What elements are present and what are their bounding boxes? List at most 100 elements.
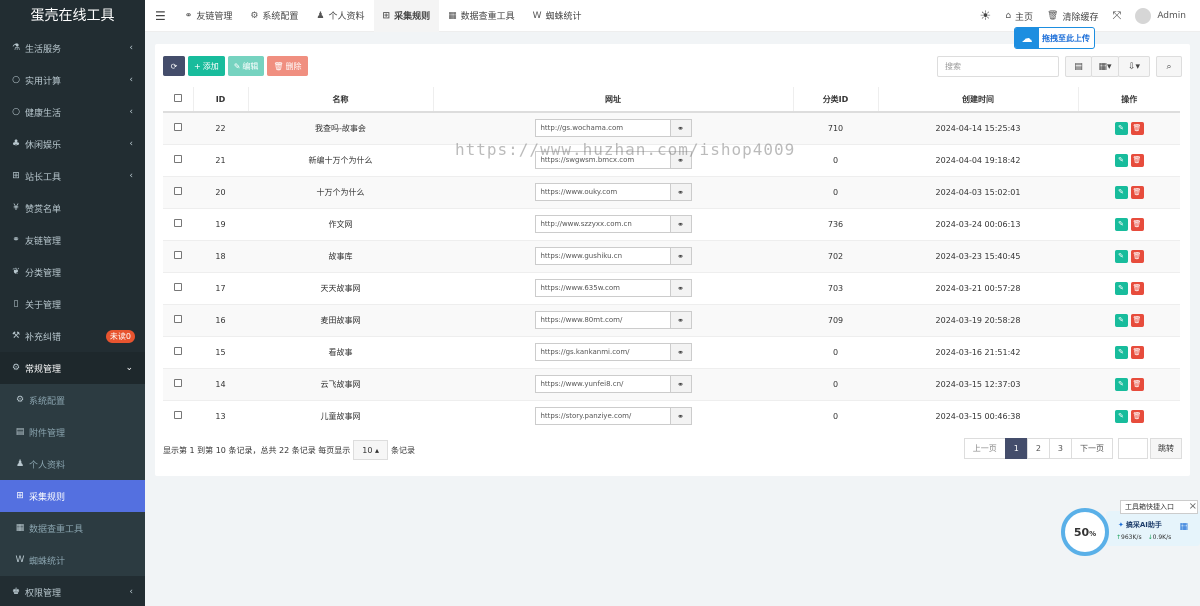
link-icon[interactable]: ⚭ <box>670 343 692 361</box>
table-row[interactable]: 18 故事库 https://www.gushiku.cn ⚭ 702 2024-03-2… <box>163 239 1180 272</box>
close-icon[interactable]: × <box>1189 501 1197 512</box>
row-checkbox[interactable] <box>174 251 182 259</box>
delete-row-icon[interactable]: 🗑 <box>1130 185 1144 199</box>
link-icon[interactable]: ⚭ <box>670 183 692 201</box>
user-menu[interactable]: Admin <box>1128 0 1200 32</box>
sidebar-item-14[interactable]: ⊞ 采集规则 <box>0 480 145 512</box>
add-button[interactable]: + 添加 <box>188 56 225 76</box>
row-checkbox[interactable] <box>174 219 182 227</box>
row-checkbox[interactable] <box>174 123 182 132</box>
link-icon[interactable]: ⚭ <box>670 407 692 426</box>
tab-1[interactable]: ⚙ 系统配置 <box>241 0 307 32</box>
refresh-button[interactable]: ⟳ <box>163 56 185 76</box>
search-input[interactable]: 搜索 <box>937 56 1059 77</box>
url-field[interactable]: https://story.panziye.com/ <box>534 407 671 426</box>
col-category-id[interactable]: 分类ID <box>792 87 878 113</box>
url-field[interactable]: https://www.ouky.com <box>534 183 671 201</box>
sidebar-item-4[interactable]: ⊞ 站长工具 ‹ <box>0 160 145 192</box>
delete-row-icon[interactable]: 🗑 <box>1130 153 1144 167</box>
delete-row-icon[interactable]: 🗑 <box>1130 409 1144 423</box>
sidebar-item-0[interactable]: ⚗ 生活服务 ‹ <box>0 32 145 64</box>
sidebar-item-12[interactable]: ▤ 附件管理 <box>0 416 145 448</box>
delete-row-icon[interactable]: 🗑 <box>1130 281 1144 295</box>
tab-3[interactable]: ⊞ 采集规则 <box>373 0 440 32</box>
edit-row-icon[interactable]: ✎ <box>1114 409 1128 423</box>
link-icon[interactable]: ⚭ <box>670 215 692 233</box>
url-field[interactable]: https://www.80mt.com/ <box>534 311 671 329</box>
toggle-view-button[interactable]: ▤ <box>1065 56 1092 77</box>
edit-row-icon[interactable]: ✎ <box>1114 121 1128 135</box>
jump-page-input[interactable] <box>1118 438 1148 459</box>
sidebar-item-17[interactable]: ♚ 权限管理 ‹ <box>0 576 145 606</box>
prev-page-button[interactable]: 上一页 <box>963 438 1006 459</box>
delete-row-icon[interactable]: 🗑 <box>1130 249 1144 263</box>
url-field[interactable]: https://gs.kankanmi.com/ <box>534 343 671 361</box>
edit-row-icon[interactable]: ✎ <box>1114 249 1128 263</box>
delete-row-icon[interactable]: 🗑 <box>1130 377 1144 391</box>
row-checkbox[interactable] <box>174 283 182 291</box>
sidebar-item-2[interactable]: ○ 健康生活 ‹ <box>0 96 145 128</box>
table-row[interactable]: 20 十万个为什么 https://www.ouky.com ⚭ 0 2024-04-03… <box>163 175 1180 208</box>
jump-button[interactable]: 跳转 <box>1150 438 1182 459</box>
fullscreen-icon[interactable]: ⤧ <box>1106 0 1129 32</box>
edit-row-icon[interactable]: ✎ <box>1114 153 1128 167</box>
app-logo-title[interactable]: 蛋壳在线工具 <box>0 0 145 32</box>
link-icon[interactable]: ⚭ <box>670 279 692 297</box>
col-created-time[interactable]: 创建时间 <box>877 87 1078 113</box>
url-field[interactable]: https://www.635w.com <box>534 279 671 297</box>
table-row[interactable]: 13 儿童故事网 https://story.panziye.com/⚭ 0 2024-… <box>163 399 1180 432</box>
row-checkbox[interactable] <box>174 379 182 387</box>
row-checkbox[interactable] <box>174 155 182 163</box>
theme-toggle-icon[interactable]: ☀ <box>973 0 999 32</box>
url-field[interactable]: http://gs.wochama.com <box>534 119 671 138</box>
url-field[interactable]: https://www.gushiku.cn <box>534 247 671 265</box>
sidebar-item-10[interactable]: ⚙ 常规管理 ⌄ <box>0 352 145 384</box>
table-row[interactable]: 15 看故事 https://gs.kankanmi.com/⚭ 0 2024-03-1… <box>163 335 1180 368</box>
page-size-select[interactable]: 10 ▴ <box>353 440 388 460</box>
row-checkbox[interactable] <box>174 347 182 355</box>
speed-gauge[interactable]: 50% <box>1061 508 1109 556</box>
edit-row-icon[interactable]: ✎ <box>1114 185 1128 199</box>
link-icon[interactable]: ⚭ <box>670 311 692 329</box>
sidebar-item-9[interactable]: ⚒ 补充纠错 未读0 <box>0 320 145 352</box>
tab-0[interactable]: ⚭ 友链管理 <box>176 0 242 32</box>
sidebar-item-5[interactable]: ¥ 赞赏名单 <box>0 192 145 224</box>
widget-title-bar[interactable]: 工具箱快捷入口 <box>1120 500 1198 514</box>
menu-toggle-icon[interactable]: ☰ <box>145 0 176 32</box>
row-checkbox[interactable] <box>174 187 182 195</box>
delete-button[interactable]: 🗑 删除 <box>267 56 308 76</box>
tab-5[interactable]: W 蜘蛛统计 <box>524 0 591 32</box>
page-2-button[interactable]: 2 <box>1026 438 1050 459</box>
col-url[interactable]: 网址 <box>432 87 793 113</box>
table-row[interactable]: 19 作文网 http://www.szzyxx.com.cn ⚭ 736 2024-03… <box>163 207 1180 240</box>
delete-row-icon[interactable]: 🗑 <box>1130 313 1144 327</box>
edit-button[interactable]: ✎ 编辑 <box>227 56 265 76</box>
table-row[interactable]: 14 云飞故事网 https://www.yunfei8.cn/⚭ 0 2024-03-… <box>163 367 1180 400</box>
sidebar-item-1[interactable]: ○ 实用计算 ‹ <box>0 64 145 96</box>
col-name[interactable]: 名称 <box>247 87 433 113</box>
apps-icon[interactable]: ▦ <box>1179 522 1188 532</box>
url-field[interactable]: http://www.szzyxx.com.cn <box>534 215 671 233</box>
row-checkbox[interactable] <box>174 315 182 323</box>
table-row[interactable]: 17 天天故事网 https://www.635w.com ⚭ 703 2024-03-2… <box>163 271 1180 304</box>
edit-row-icon[interactable]: ✎ <box>1114 377 1128 391</box>
table-row[interactable]: 16 麦田故事网 https://www.80mt.com/⚭ 709 2024-03-… <box>163 303 1180 336</box>
export-button[interactable]: ⇩▾ <box>1118 56 1150 77</box>
link-icon[interactable]: ⚭ <box>670 247 692 265</box>
url-field[interactable]: https://www.yunfei8.cn/ <box>534 375 671 393</box>
delete-row-icon[interactable]: 🗑 <box>1130 121 1144 135</box>
delete-row-icon[interactable]: 🗑 <box>1130 217 1144 231</box>
edit-row-icon[interactable]: ✎ <box>1114 281 1128 295</box>
link-icon[interactable]: ⚭ <box>670 375 692 393</box>
col-id[interactable]: ID <box>192 87 248 113</box>
sidebar-item-8[interactable]: ▯ 关于管理 <box>0 288 145 320</box>
sidebar-item-16[interactable]: W 蜘蛛统计 <box>0 544 145 576</box>
sidebar-item-11[interactable]: ⚙ 系统配置 <box>0 384 145 416</box>
row-checkbox[interactable] <box>174 411 182 420</box>
sidebar-item-7[interactable]: ❦ 分类管理 <box>0 256 145 288</box>
page-3-button[interactable]: 3 <box>1048 438 1072 459</box>
link-icon[interactable]: ⚭ <box>670 119 692 138</box>
edit-row-icon[interactable]: ✎ <box>1114 217 1128 231</box>
sidebar-item-6[interactable]: ⚭ 友链管理 <box>0 224 145 256</box>
edit-row-icon[interactable]: ✎ <box>1114 313 1128 327</box>
